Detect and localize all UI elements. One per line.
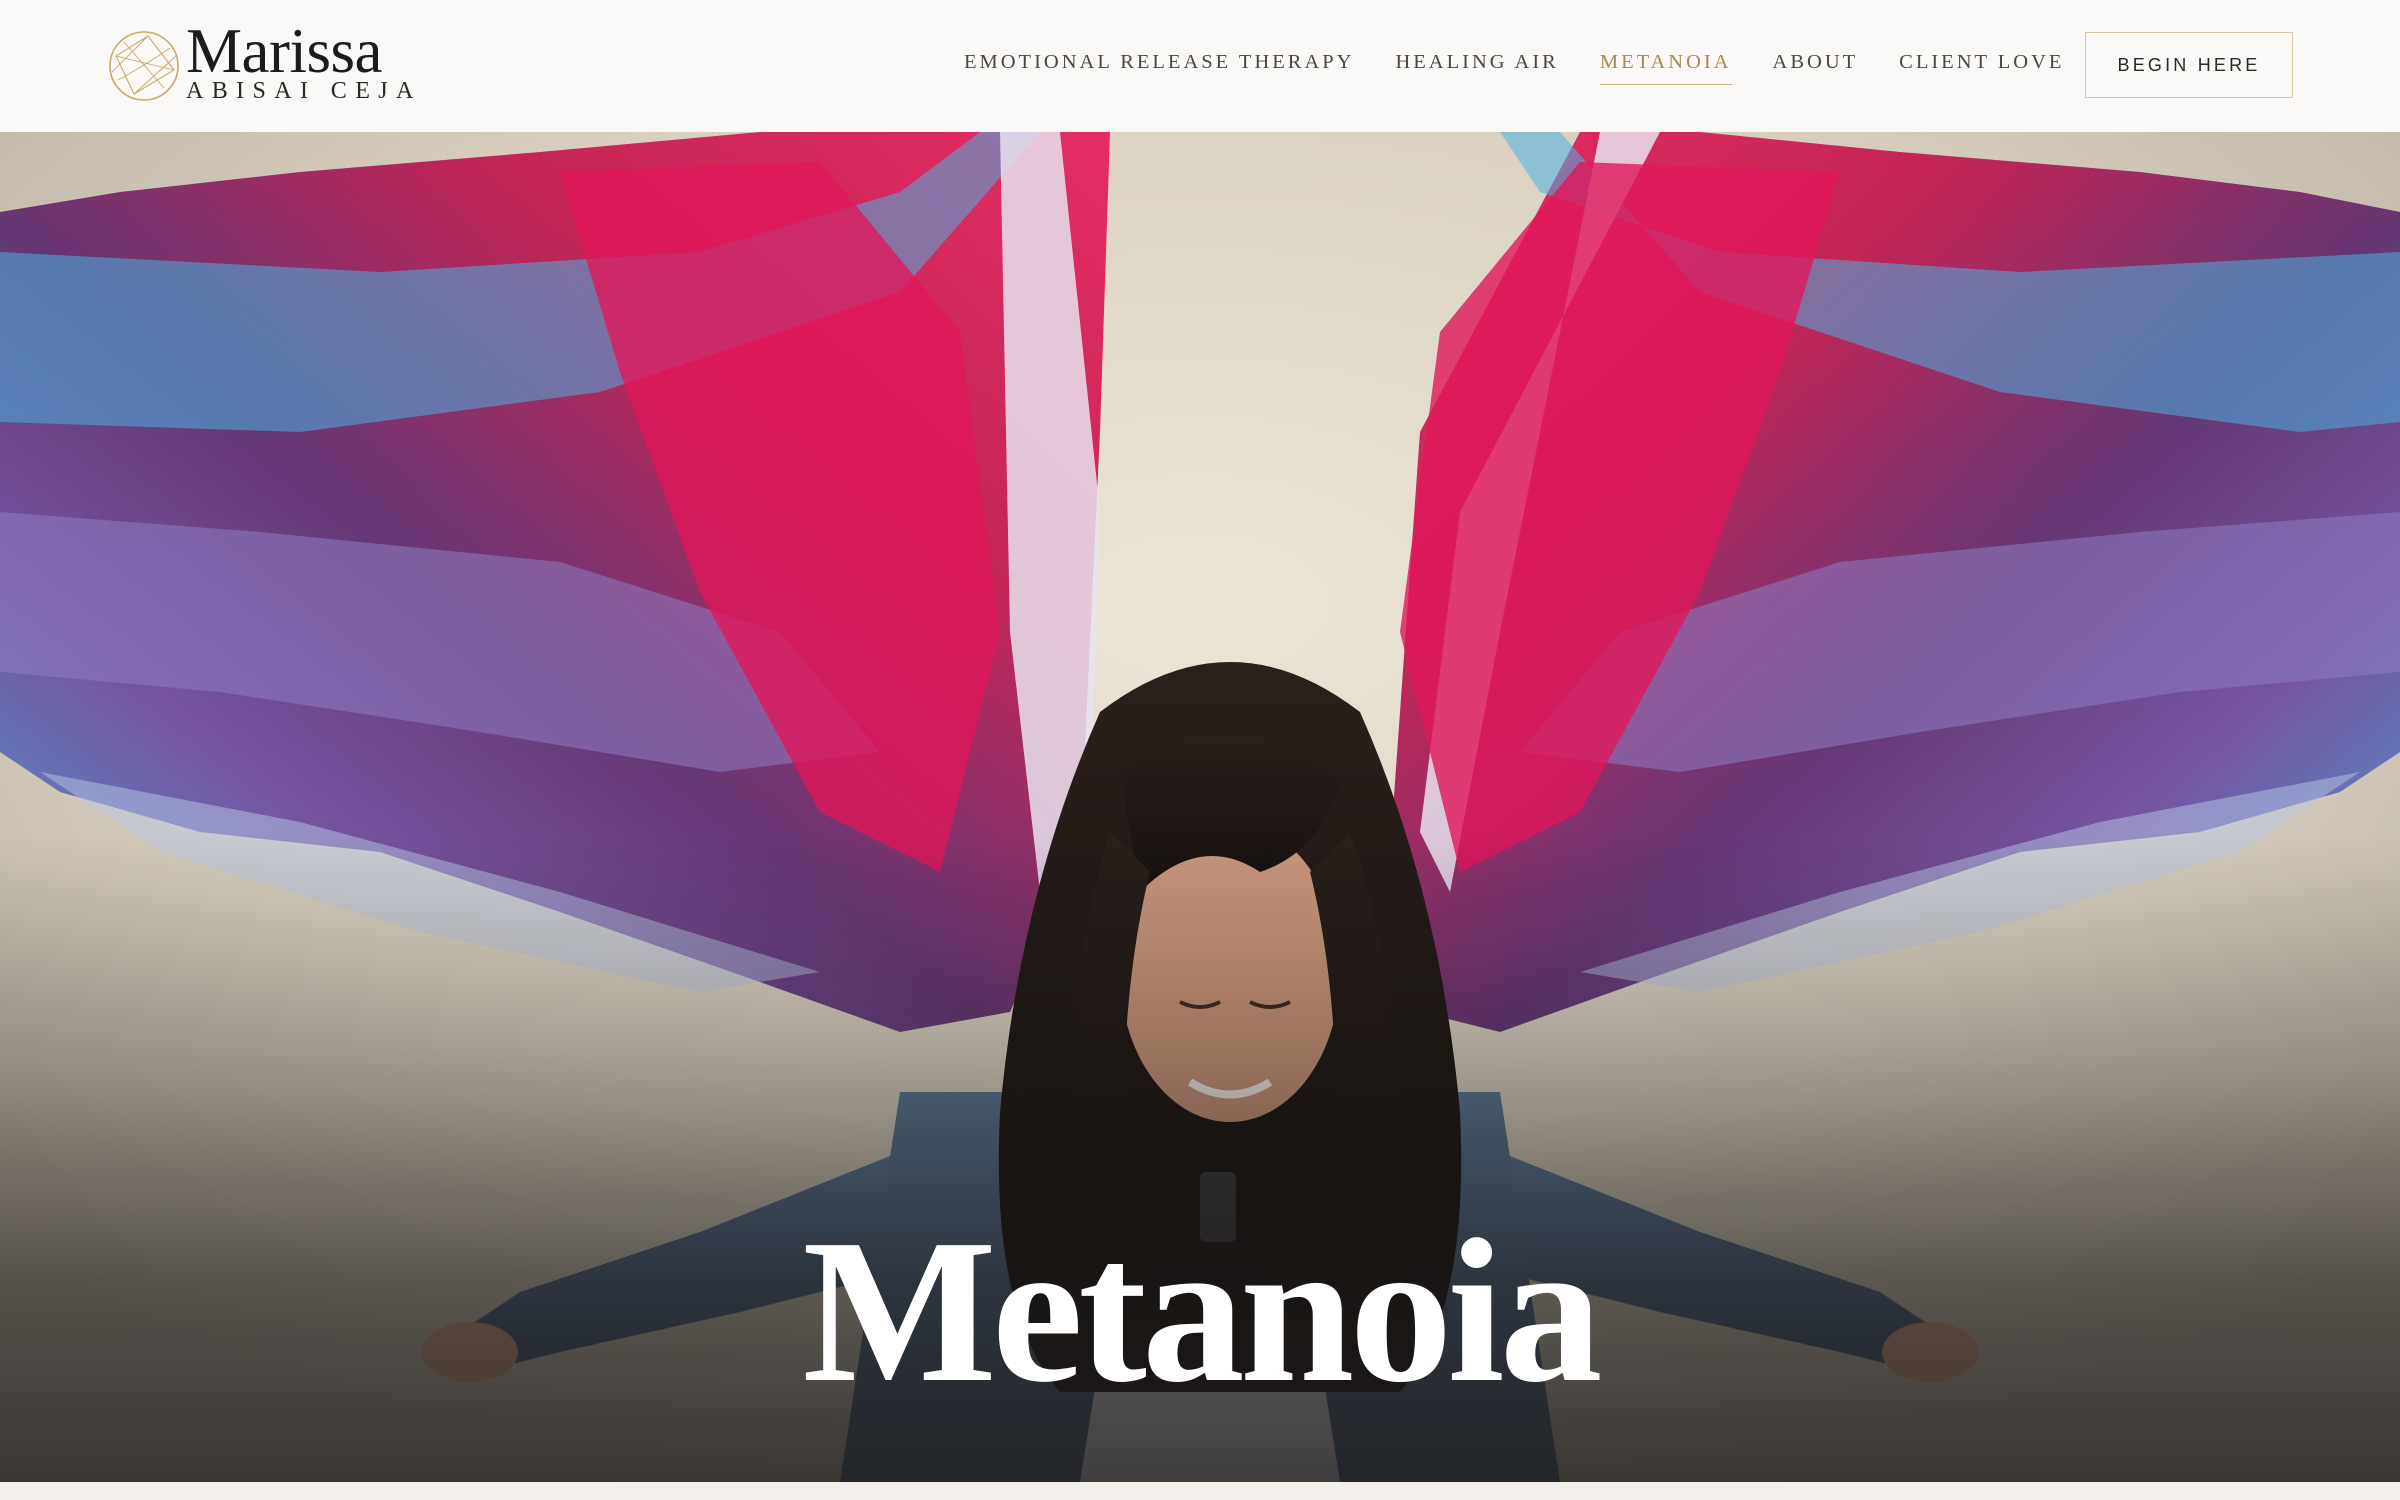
main-nav: EMOTIONAL RELEASE THERAPY HEALING AIR ME… [964,48,2064,85]
hero-section: Metanoia [0,132,2400,1482]
nav-emotional-release-therapy[interactable]: EMOTIONAL RELEASE THERAPY [964,48,1354,85]
logo-subname: ABISAI CEJA [186,78,422,104]
begin-here-button[interactable]: BEGIN HERE [2085,32,2293,98]
begin-here-label: BEGIN HERE [2117,54,2261,75]
logo-name: Marissa [186,16,382,86]
nav-client-love[interactable]: CLIENT LOVE [1899,48,2064,85]
nav-about[interactable]: ABOUT [1773,48,1859,85]
nav-healing-air[interactable]: HEALING AIR [1395,48,1558,85]
site-logo[interactable]: Marissa ABISAI CEJA [104,20,413,108]
site-header: Marissa ABISAI CEJA EMOTIONAL RELEASE TH… [0,0,2400,132]
nav-metanoia[interactable]: METANOIA [1599,48,1732,85]
logo-mark-icon [109,31,179,101]
bottom-strip [0,1482,2400,1500]
hero-title: Metanoia [802,1196,1602,1425]
